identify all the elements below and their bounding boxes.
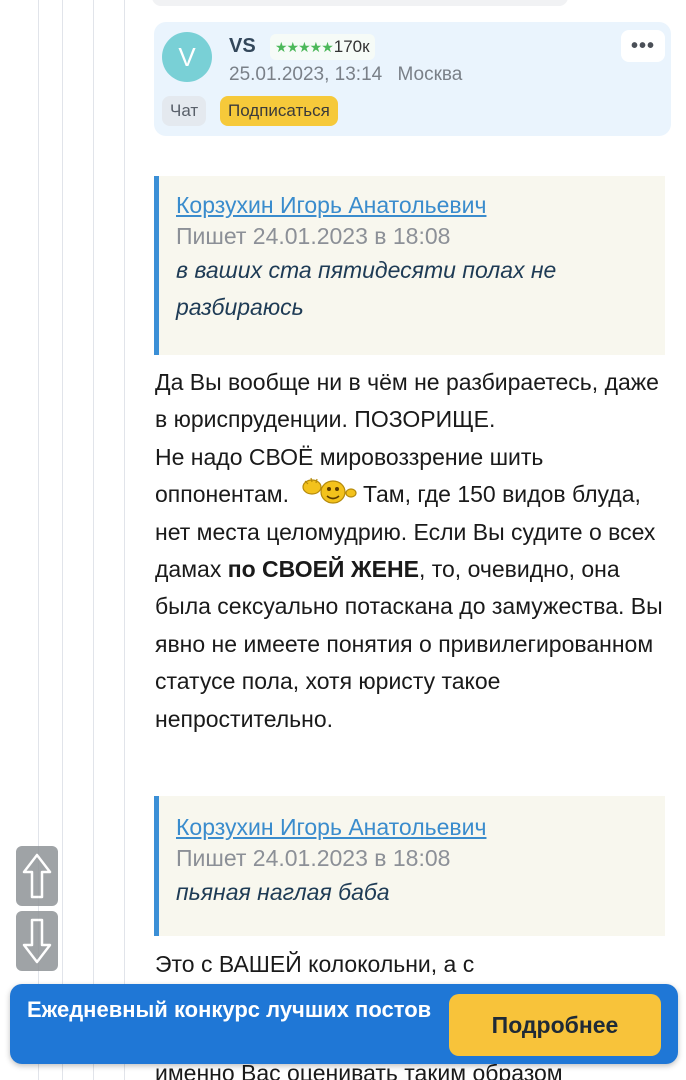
daily-contest-banner[interactable]: Ежедневный конкурс лучших постов Подробн… (10, 984, 678, 1064)
quote-author-link[interactable]: Корзухин Игорь Анатольевич (176, 190, 651, 221)
rating-stars-icon: ★★★★★ (275, 38, 334, 55)
quote-text: в ваших ста пятидесяти полах не разбираю… (176, 257, 557, 320)
post-city: Москва (397, 64, 463, 85)
post-datetime: 25.01.2023, 13:14 (229, 64, 383, 85)
arrow-up-icon (22, 853, 52, 899)
post-header-card: V VS ★★★★★ 170к 25.01.2023, 13:14 Москва… (154, 22, 671, 136)
scroll-up-button[interactable] (16, 846, 58, 906)
avatar[interactable]: V (162, 32, 212, 82)
scroll-down-button[interactable] (16, 911, 58, 971)
body-text-part: Да Вы вообще ни в чём не разбираетесь, д… (155, 369, 659, 433)
more-options-button[interactable]: ••• (621, 30, 665, 62)
details-button[interactable]: Подробнее (449, 994, 661, 1056)
author-rating-badge: ★★★★★ 170к (270, 34, 375, 60)
banner-text: Ежедневный конкурс лучших постов (27, 997, 432, 1022)
quote-date: Пишет 24.01.2023 в 18:08 (176, 845, 451, 872)
quote-block: Корзухин Игорь Анатольевич Пишет 24.01.2… (154, 796, 665, 936)
thread-line (124, 0, 125, 1080)
author-name[interactable]: VS (229, 35, 256, 58)
body-text-bold: по СВОЕЙ ЖЕНЕ (227, 556, 419, 583)
post-meta: 25.01.2023, 13:14 Москва (229, 64, 462, 86)
body-text-part: Это с ВАШЕЙ колокольни, а с (155, 951, 475, 977)
post-body-text: Это с ВАШЕЙ колокольни, а с (155, 946, 675, 983)
body-text-part: , то, очевидно, она была сексуально пота… (155, 556, 663, 732)
arrow-down-icon (22, 918, 52, 964)
quote-author-link[interactable]: Корзухин Игорь Анатольевич (176, 812, 651, 843)
subscribe-button[interactable]: Подписаться (220, 96, 338, 126)
chat-button[interactable]: Чат (162, 96, 207, 126)
applause-smiley-icon (302, 478, 357, 504)
previous-post-card (152, 0, 568, 6)
post-body-text: Да Вы вообще ни в чём не разбираетесь, д… (155, 364, 675, 738)
thread-line (62, 0, 63, 1080)
rating-value: 170к (333, 37, 370, 56)
thread-line (93, 0, 94, 1080)
quote-date: Пишет 24.01.2023 в 18:08 (176, 223, 451, 250)
quote-block: Корзухин Игорь Анатольевич Пишет 24.01.2… (154, 176, 665, 355)
more-dots-icon: ••• (630, 34, 655, 57)
quote-text: пьяная наглая баба (176, 879, 390, 906)
